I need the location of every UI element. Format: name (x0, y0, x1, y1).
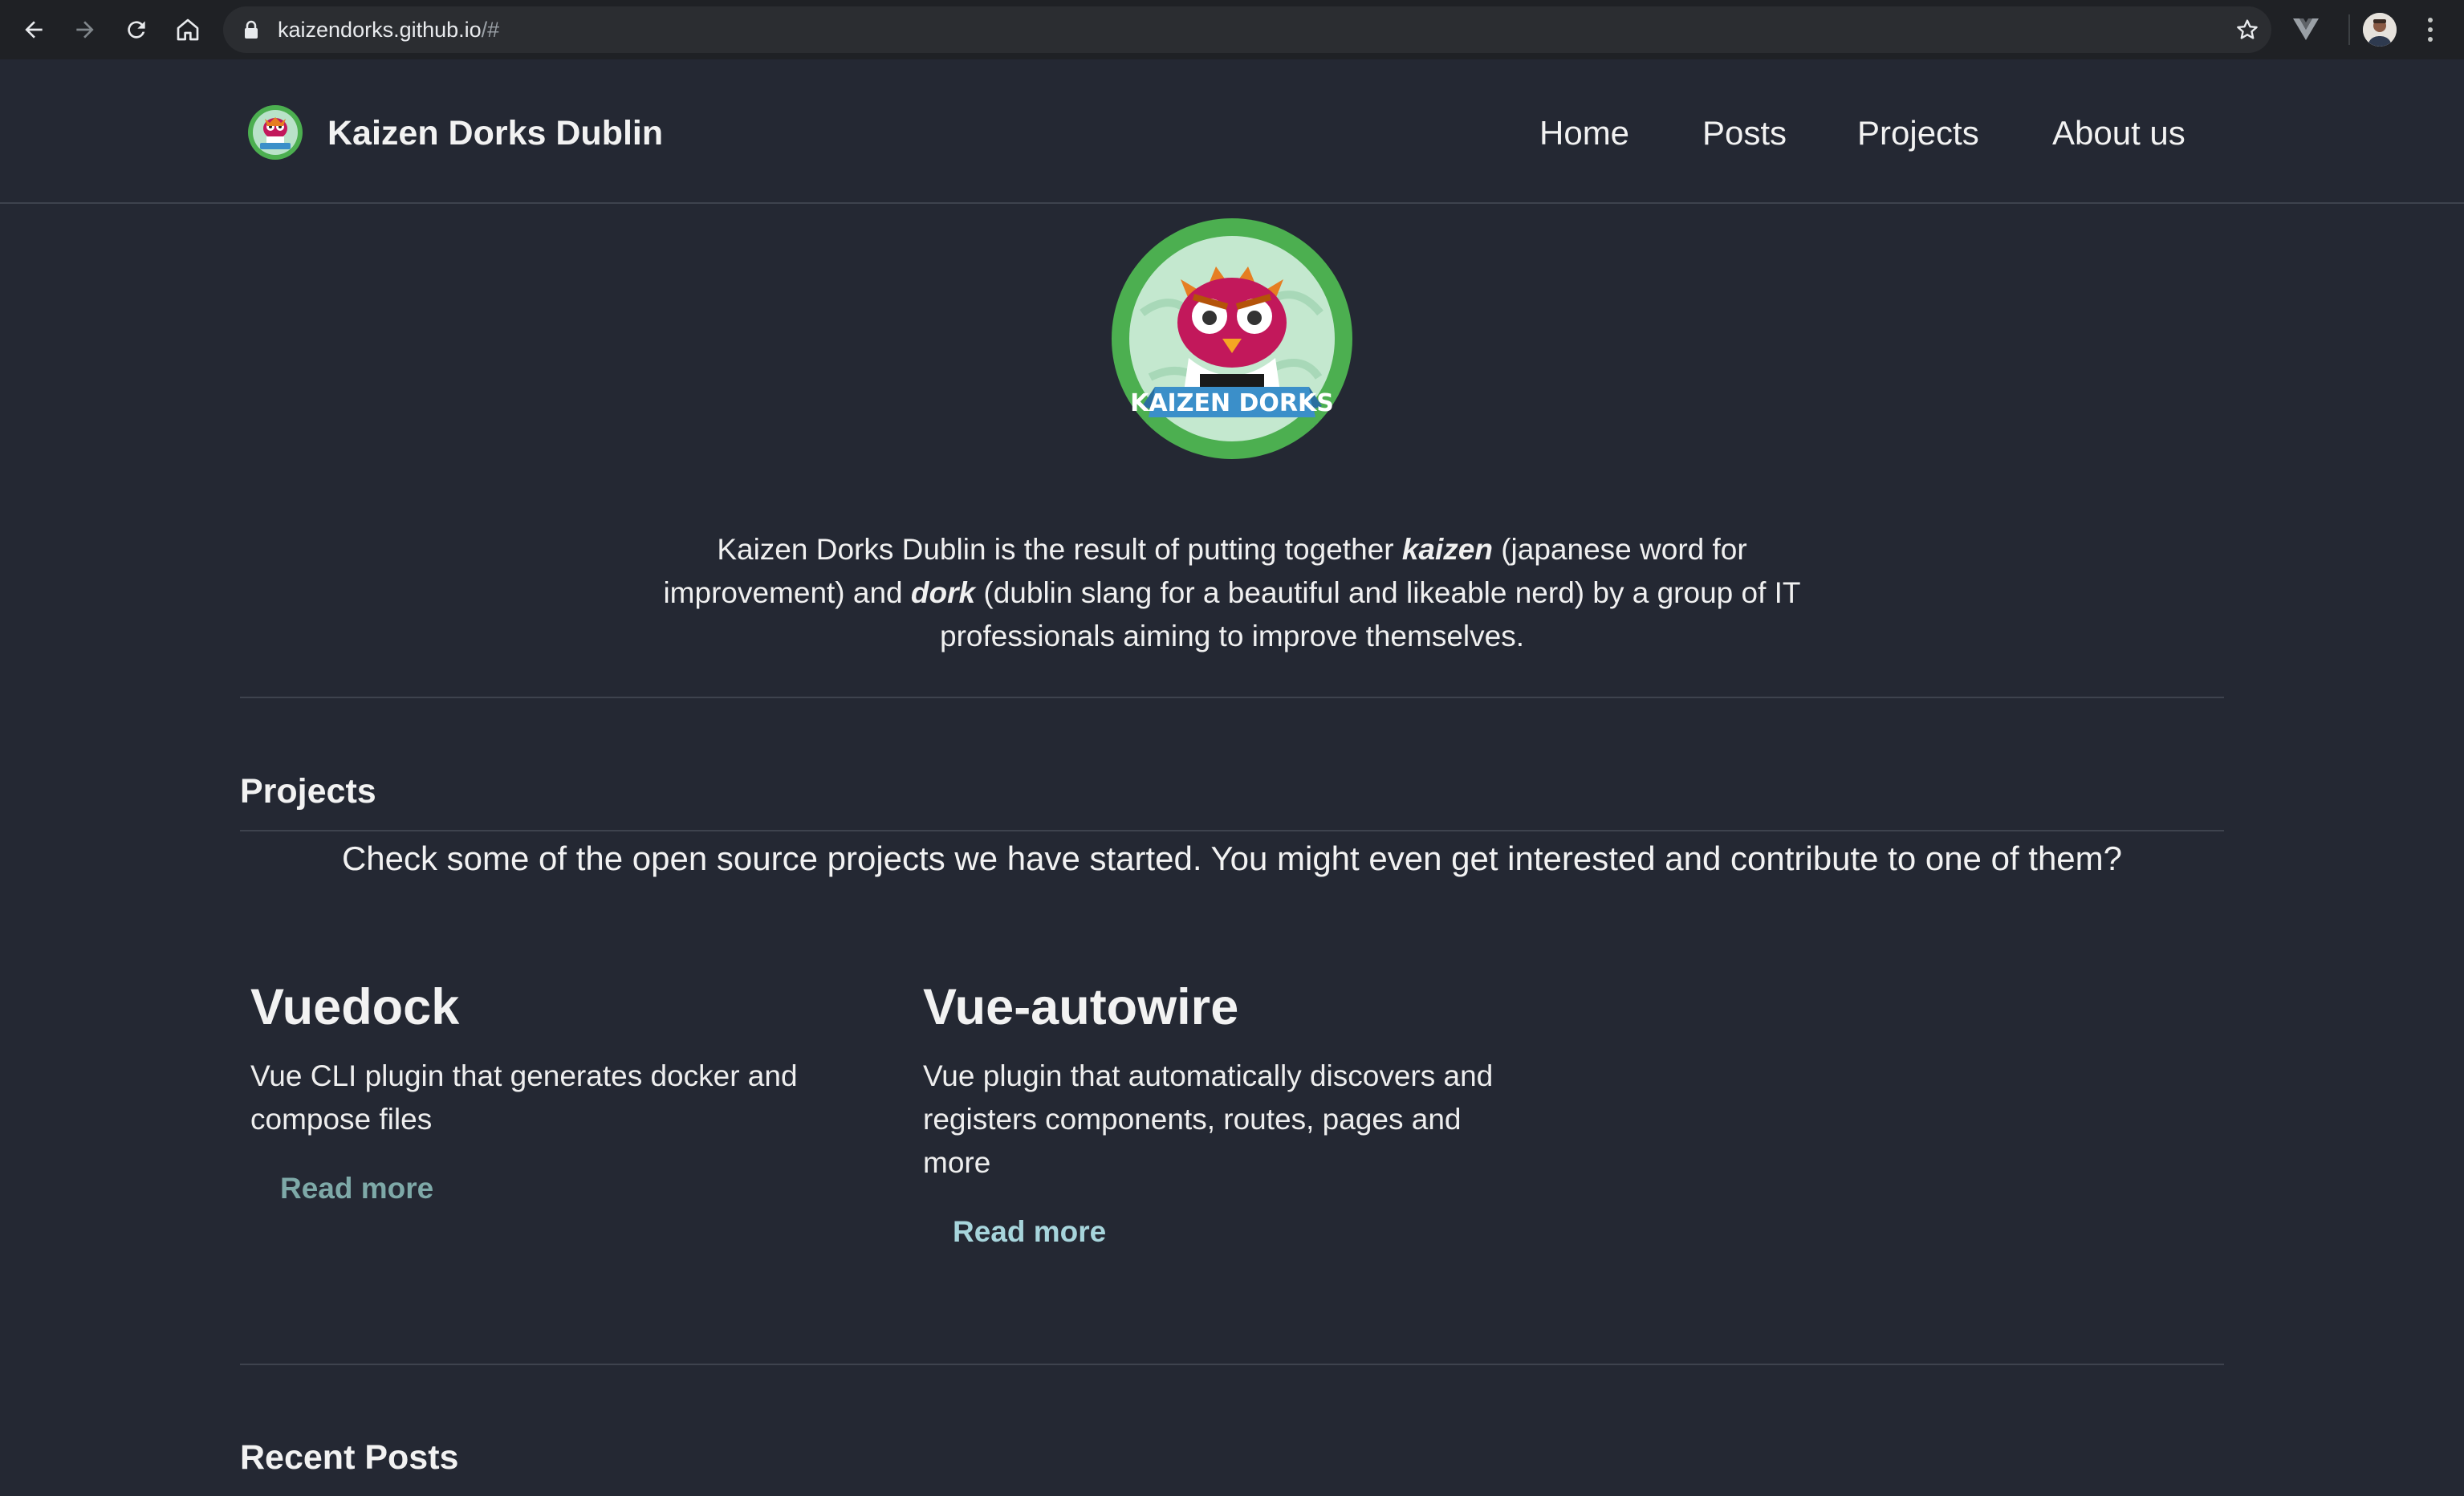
divider (240, 830, 2224, 831)
intro-text-3: (dublin slang for a beautiful and likeab… (940, 576, 1801, 652)
projects-heading: Projects (240, 772, 376, 811)
url-text[interactable]: kaizendorks.github.io/# (278, 6, 499, 53)
star-icon[interactable] (2234, 17, 2260, 43)
forward-arrow-icon[interactable] (69, 14, 101, 46)
address-bar[interactable]: kaizendorks.github.io/# (223, 6, 2271, 53)
project-card-vue-autowire: Vue-autowire Vue plugin that automatical… (923, 971, 1533, 1254)
url-path: /# (481, 18, 500, 42)
project-description: Vue plugin that automatically discovers … (923, 1059, 1494, 1179)
intro-paragraph: Kaizen Dorks Dublin is the result of put… (626, 528, 1838, 658)
project-description: Vue CLI plugin that generates docker and… (250, 1059, 798, 1136)
intro-dork: dork (910, 576, 976, 609)
vue-devtools-icon[interactable] (2291, 14, 2320, 43)
recent-posts-heading: Recent Posts (240, 1438, 459, 1477)
intro-kaizen: kaizen (1401, 533, 1493, 566)
hero-logo: KAIZEN DORKS (1112, 218, 1352, 459)
reload-icon[interactable] (120, 14, 152, 46)
nav-home[interactable]: Home (1539, 109, 1629, 157)
divider (240, 697, 2224, 698)
site-header: Kaizen Dorks Dublin Home Posts Projects … (0, 59, 2464, 204)
kebab-menu-icon[interactable] (2421, 14, 2440, 45)
site-title[interactable]: Kaizen Dorks Dublin (327, 109, 663, 157)
read-more-link[interactable]: Read more (280, 1167, 433, 1210)
brand-logo[interactable] (247, 104, 303, 161)
nav-projects[interactable]: Projects (1857, 109, 1979, 157)
divider (240, 1364, 2224, 1365)
home-icon[interactable] (172, 14, 204, 46)
browser-toolbar: kaizendorks.github.io/# (0, 0, 2464, 59)
read-more-link[interactable]: Read more (953, 1210, 1106, 1254)
lock-icon[interactable] (242, 20, 260, 39)
nav-posts[interactable]: Posts (1702, 109, 1787, 157)
project-card-vuedock: Vuedock Vue CLI plugin that generates do… (250, 971, 860, 1210)
url-host: kaizendorks.github.io (278, 18, 482, 42)
profile-avatar[interactable] (2363, 13, 2397, 47)
back-arrow-icon[interactable] (18, 14, 50, 46)
intro-text-1: Kaizen Dorks Dublin is the result of put… (717, 533, 1402, 566)
toolbar-divider (2348, 14, 2350, 45)
project-title: Vue-autowire (923, 979, 1239, 1035)
hero-logo-text: KAIZEN DORKS (1130, 389, 1334, 417)
projects-intro: Check some of the open source projects w… (341, 839, 2123, 877)
nav-about-us[interactable]: About us (2052, 109, 2185, 157)
project-title: Vuedock (250, 979, 460, 1035)
